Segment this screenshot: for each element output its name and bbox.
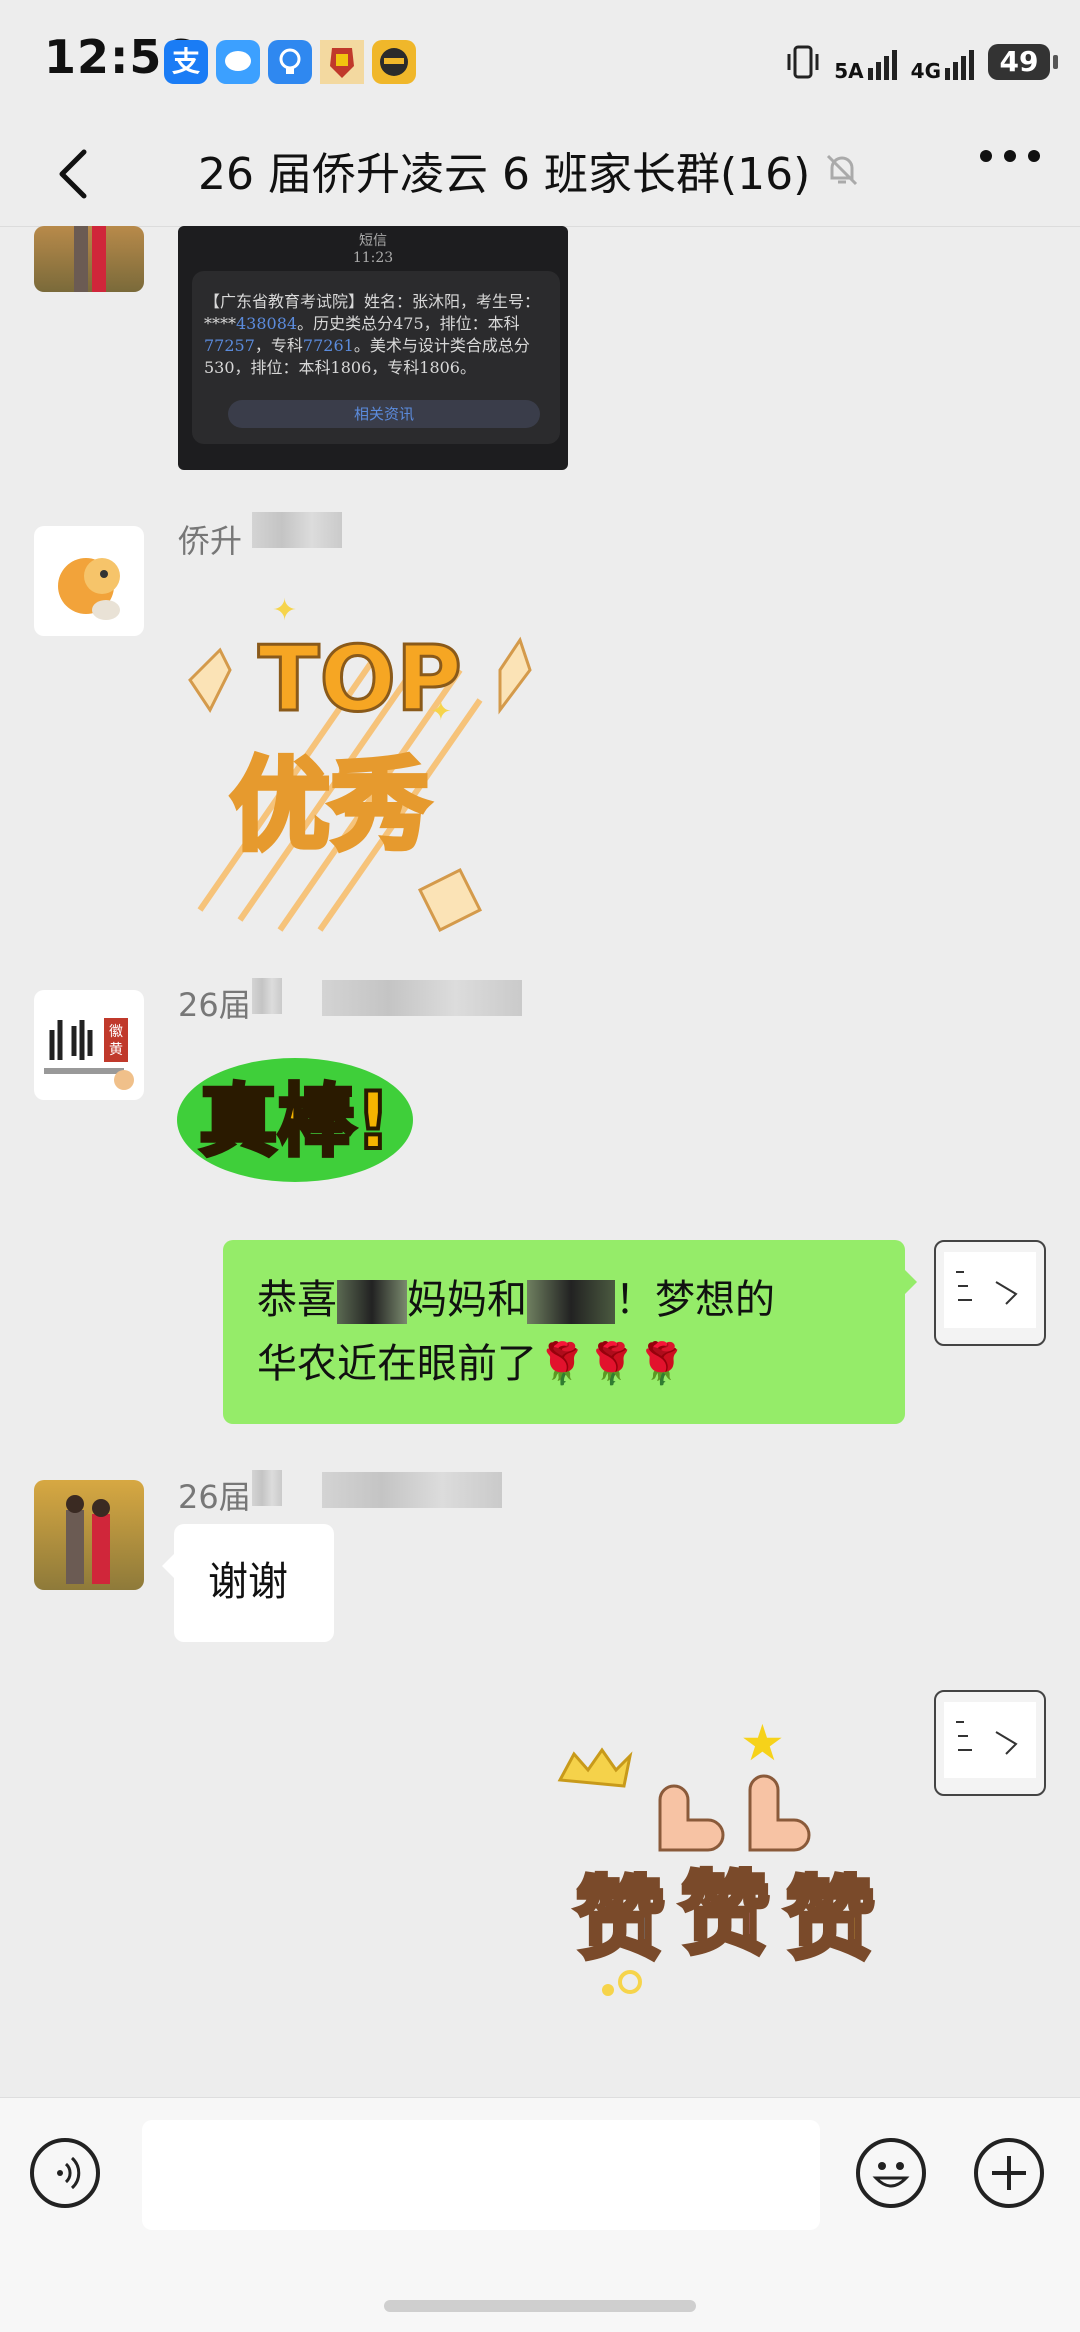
home-indicator[interactable] [384,2300,696,2312]
blurred-text [527,1280,615,1324]
sms-app-label: 短信 [359,233,387,249]
message-bubble[interactable]: 谢谢 [162,1524,334,1642]
svg-text:黄: 黄 [109,1041,123,1058]
message-text: 谢谢 [208,1559,288,1605]
message-text: 华农近在眼前了 [257,1341,537,1387]
vibrate-icon [787,45,819,79]
great-job-sticker[interactable]: 真棒! [175,1040,415,1190]
blurred-name [322,980,522,1016]
svg-text:徽: 徽 [109,1024,123,1040]
my-message-bubble[interactable]: 恭喜 妈妈和 ！梦想的 华农近在眼前了🌹🌹🌹 [223,1240,917,1424]
avatar[interactable] [34,526,144,636]
network-4g-label: 4G [910,59,941,83]
top-excellent-sticker[interactable]: TOP 优秀 ✦ ✦ [180,590,540,940]
input-bar [0,2097,1080,2332]
message-input[interactable] [142,2120,820,2230]
bell-muted-icon [827,154,858,186]
my-avatar[interactable] [934,1690,1046,1796]
sticker-great-text: 真棒! [199,1077,391,1167]
my-avatar[interactable] [934,1240,1046,1346]
signal-bars-icon [867,44,897,80]
blurred-name [322,1472,502,1508]
blurred-text [337,1280,407,1324]
emoji-icon[interactable] [856,2138,926,2208]
sms-card: 【广东省教育考试院】姓名：张沐阳，考生号：****438084。历史类总分475… [192,271,560,444]
sms-time: 11:23 [352,250,394,266]
signal-bars-icon [945,44,974,80]
sticker-excellent-text: 优秀 [230,747,430,864]
blurred-name [252,512,342,548]
sender-name: 26届 [178,1478,251,1516]
blurred-name [252,978,282,1014]
avatar[interactable]: 徽 黄 [34,990,144,1100]
battery-indicator: 49 [988,44,1058,80]
voice-icon[interactable] [30,2138,100,2208]
mask-icon [372,40,416,84]
like-sticker[interactable]: ★ 赞 赞 赞 [550,1720,890,2000]
svg-text:✦: ✦ [272,593,297,628]
sender-name: 侨升 [178,522,243,560]
more-dots-icon[interactable] [980,150,1040,162]
svg-text:✦: ✦ [430,697,452,727]
svg-text:★: ★ [740,1720,785,1772]
sticker-like-text: 赞 [680,1862,770,1967]
network-5a-label: 5A [834,59,864,83]
sticker-like-text: 赞 [785,1867,875,1972]
blurred-name [252,1470,282,1506]
back-arrow-icon[interactable] [44,144,104,204]
chat-header: 26 届侨升凌云 6 班家长群(16) [0,120,1080,227]
alipay-icon: 支 [164,40,208,84]
sticker-like-text: 赞 [575,1867,665,1972]
sender-name: 26届 [178,986,251,1024]
avatar[interactable] [34,226,144,292]
avatar[interactable] [34,1480,144,1590]
message-text: 恭喜 [257,1277,337,1323]
status-bar: 12:56 支 5A 4G 49 [0,0,1080,120]
sms-text: 【广东省教育考试院】姓名：张沐阳，考生号：****438084。历史类总分475… [204,292,541,377]
ironman-icon [320,40,364,84]
sms-screenshot-image[interactable]: 短信 11:23 【广东省教育考试院】姓名：张沐阳，考生号：****438084。… [178,226,568,470]
plus-icon[interactable] [974,2138,1044,2208]
rose-emoji: 🌹🌹🌹 [537,1341,687,1387]
chat-title: 26 届侨升凌云 6 班家长群(16) [198,149,811,200]
message-icon [216,40,260,84]
sms-related-button: 相关资讯 [228,400,540,428]
bulb-icon [268,40,312,84]
